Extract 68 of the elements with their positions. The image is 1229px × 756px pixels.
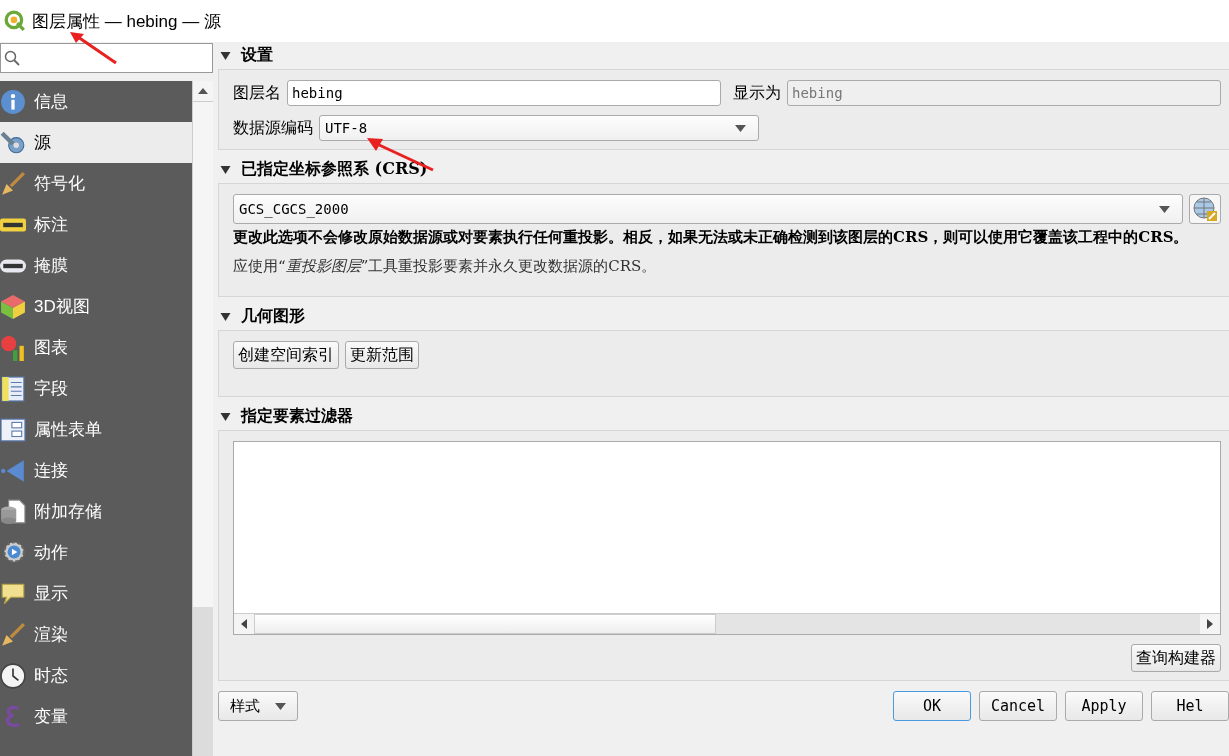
app-logo-icon [4, 10, 26, 32]
scrollbar[interactable] [192, 81, 213, 756]
sidebar-item[interactable]: 显示 [0, 573, 193, 614]
chart-icon [0, 334, 26, 361]
section-header[interactable]: 指定要素过滤器 [218, 403, 1229, 430]
sidebar-item[interactable]: 字段 [0, 368, 193, 409]
crs-hint: 应使用“重投影图层”工具重投影要素并永久更改数据源的CRS。 [233, 257, 658, 276]
style-menu-button[interactable]: 样式 [218, 691, 298, 721]
search-field[interactable] [0, 43, 213, 73]
sidebar-item[interactable]: 图表 [0, 327, 193, 368]
sidebar-item[interactable]: 属性表单 [0, 409, 193, 450]
section-header[interactable]: 设置 [218, 42, 1229, 69]
sidebar-item[interactable]: 渲染 [0, 614, 193, 655]
clock-icon [0, 662, 26, 689]
display-name-field: hebing [787, 80, 1221, 106]
database-icon [0, 498, 26, 525]
wrench-gear-icon [0, 129, 26, 156]
form-icon [0, 416, 26, 443]
sidebar-item[interactable]: 连接 [0, 450, 193, 491]
up-arrow-icon [198, 88, 209, 94]
dialog-button[interactable]: Hel [1151, 691, 1229, 721]
sidebar-item[interactable]: 源 [0, 122, 193, 163]
encoding-dropdown[interactable]: UTF-8 [319, 115, 759, 141]
brush-icon [0, 170, 26, 197]
query-builder-button[interactable]: 查询构建器 [1131, 644, 1221, 672]
sidebar-item[interactable]: 时态 [0, 655, 193, 696]
filter-text-area[interactable] [233, 441, 1221, 635]
sidebar-item[interactable]: 动作 [0, 532, 193, 573]
collapse-arrow-icon [220, 51, 231, 60]
sidebar-item[interactable]: 变量 [0, 696, 193, 737]
crs-warning: 更改此选项不会修改原始数据源或对要素执行任何重投影。相反，如果无法或未正确检测到该图层的CRS，则可以使用它覆盖该工程中的CRS。 [233, 227, 1190, 248]
dropdown-arrow-icon [735, 124, 746, 132]
sidebar-item[interactable]: 掩膜 [0, 245, 193, 286]
collapse-arrow-icon [220, 312, 231, 321]
globe-icon [1192, 196, 1218, 222]
sidebar-item[interactable]: 3D视图 [0, 286, 193, 327]
info-icon [0, 88, 26, 115]
section-header[interactable]: 几何图形 [218, 303, 1229, 330]
cube-icon [0, 293, 26, 320]
sidebar-item[interactable]: 信息 [0, 81, 193, 122]
geometry-button[interactable]: 创建空间索引 [233, 341, 339, 369]
right-arrow-icon [1207, 619, 1213, 629]
section-header[interactable]: 已指定坐标参照系 (CRS) [218, 156, 1229, 183]
dialog-button[interactable]: OK [893, 691, 971, 721]
collapse-arrow-icon [220, 165, 231, 174]
dialog-button[interactable]: Apply [1065, 691, 1143, 721]
sidebar-item[interactable]: 符号化 [0, 163, 193, 204]
field-label: 图层名 [233, 82, 281, 104]
search-icon [4, 50, 20, 66]
field-list-icon [0, 375, 26, 402]
sidebar-item[interactable]: 标注 [0, 204, 193, 245]
field-label: 数据源编码 [233, 117, 313, 139]
annotation-arrow [68, 30, 118, 66]
triangle-icon [0, 457, 26, 484]
dropdown-arrow-icon [274, 702, 286, 710]
collapse-arrow-icon [220, 412, 231, 421]
window-title: 图层属性 — hebing — 源 [32, 10, 221, 33]
field-label: 显示为 [733, 82, 781, 104]
sidebar-item[interactable]: 附加存储 [0, 491, 193, 532]
layer-name-field[interactable]: hebing [287, 80, 721, 106]
crs-dropdown[interactable]: GCS_CGCS_2000 [233, 194, 1183, 224]
geometry-button[interactable]: 更新范围 [345, 341, 419, 369]
dropdown-arrow-icon [1159, 205, 1170, 213]
left-arrow-icon [241, 619, 247, 629]
crs-select-button[interactable] [1189, 194, 1221, 224]
horizontal-scrollbar[interactable] [234, 613, 1220, 634]
dialog-button[interactable]: Cancel [979, 691, 1057, 721]
brush-icon [0, 621, 26, 648]
